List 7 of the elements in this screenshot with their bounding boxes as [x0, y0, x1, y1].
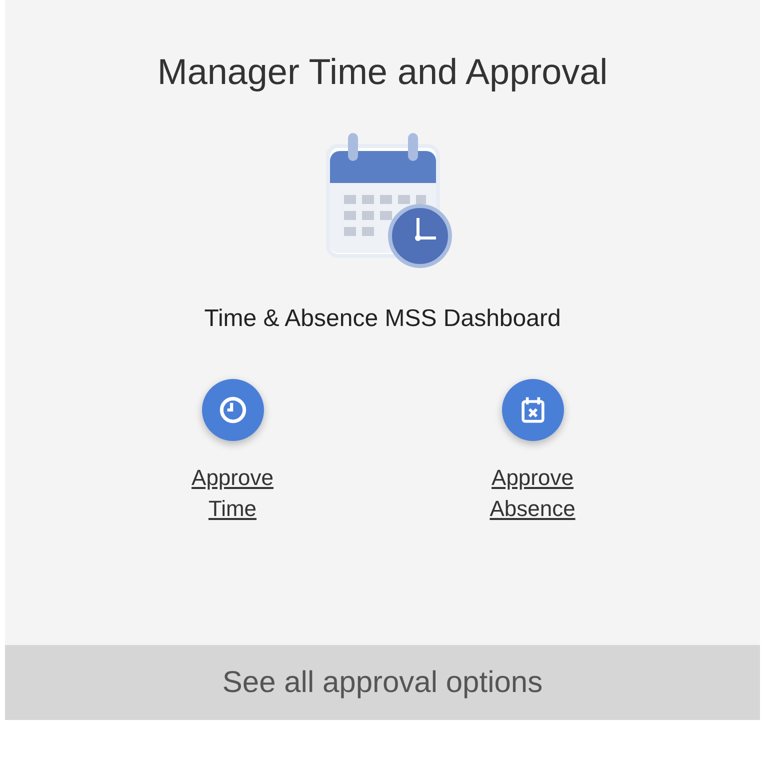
tile-title: Manager Time and Approval: [157, 50, 608, 94]
clock-button[interactable]: [202, 379, 264, 442]
calendar-button[interactable]: [502, 379, 564, 442]
see-all-link[interactable]: See all approval options: [222, 660, 543, 705]
dashboard-link[interactable]: Time & Absence MSS Dashboard: [204, 301, 561, 338]
action-link[interactable]: Approve Time: [172, 463, 292, 525]
action-link[interactable]: Approve Absence: [472, 463, 592, 525]
